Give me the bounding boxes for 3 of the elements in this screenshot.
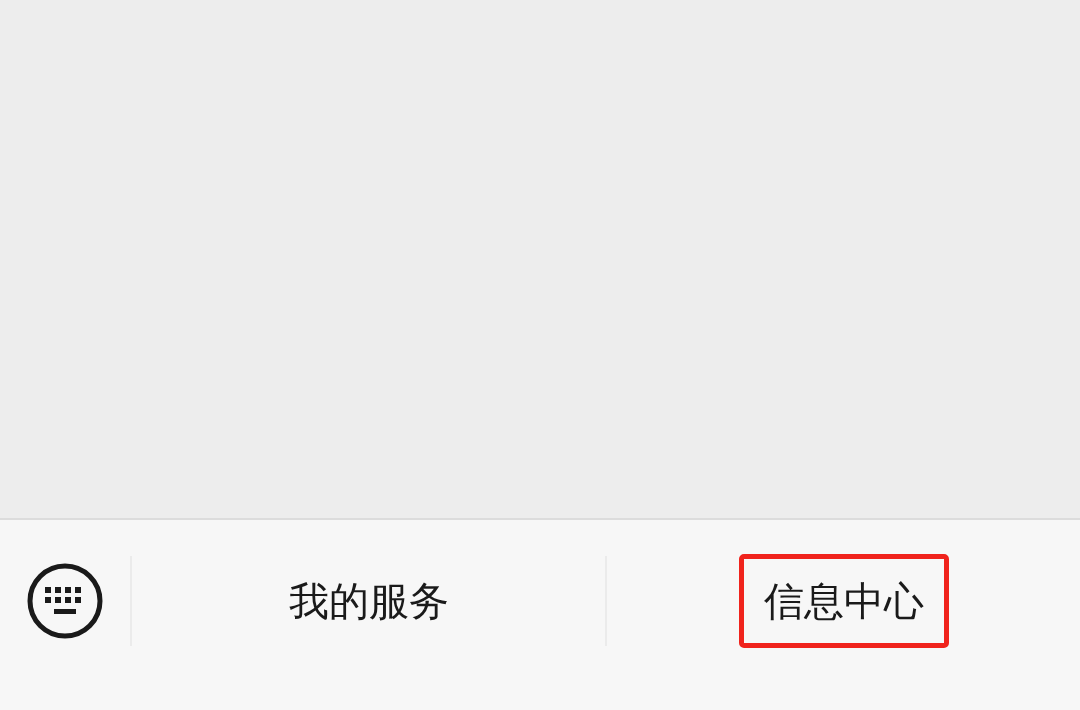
- keyboard-icon[interactable]: [27, 563, 103, 639]
- menu-item[interactable]: 我的服务: [263, 554, 474, 648]
- menu-item[interactable]: 信息中心: [738, 554, 949, 648]
